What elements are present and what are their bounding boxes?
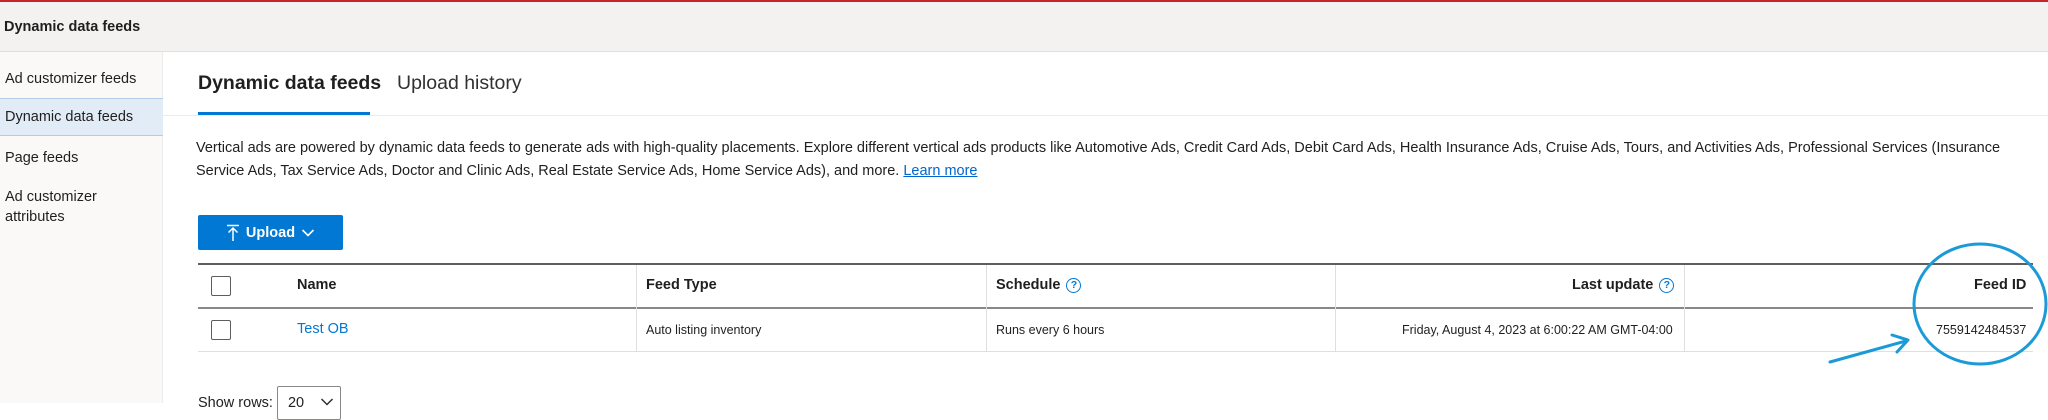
feed-type-cell: Auto listing inventory (646, 323, 762, 337)
chevron-down-icon (301, 228, 315, 238)
select-all-checkbox[interactable] (211, 276, 231, 296)
column-header-name[interactable]: Name (297, 277, 337, 293)
table-header-border (198, 307, 2033, 309)
sidebar-item-label: Page feeds (5, 150, 79, 166)
schedule-cell: Runs every 6 hours (996, 323, 1105, 337)
chevron-down-icon (320, 395, 334, 411)
column-divider (1684, 265, 1685, 351)
column-divider (1335, 265, 1336, 351)
rows-per-page-value: 20 (287, 395, 305, 411)
column-header-feed-type[interactable]: Feed Type (646, 277, 717, 293)
tab-upload-history[interactable]: Upload history (397, 72, 522, 95)
column-header-schedule[interactable]: Schedule ? (996, 277, 1082, 293)
description: Vertical ads are powered by dynamic data… (196, 137, 2011, 183)
rows-per-page-select[interactable]: 20 (276, 386, 341, 420)
feed-name-link[interactable]: Test OB (297, 321, 349, 337)
sidebar: Ad customizer feeds Dynamic data feeds P… (0, 52, 163, 403)
page-title: Dynamic data feeds (4, 19, 141, 35)
column-header-last-update[interactable]: Last update ? (1572, 277, 1675, 293)
upload-button-label: Upload (245, 224, 296, 241)
pagination: Show rows: 20 (198, 386, 341, 420)
annotation-overlay (1828, 242, 2048, 366)
tabs-divider (163, 115, 2048, 116)
row-checkbox[interactable] (211, 320, 231, 340)
last-update-cell: Friday, August 4, 2023 at 6:00:22 AM GMT… (1402, 323, 1673, 337)
tab-dynamic-data-feeds[interactable]: Dynamic data feeds (198, 72, 381, 95)
column-divider (636, 265, 637, 351)
sidebar-item-label: Ad customizer feeds (5, 71, 137, 87)
column-header-feed-id[interactable]: Feed ID (1974, 277, 2026, 293)
table-row-border (198, 351, 2033, 352)
help-icon[interactable]: ? (1659, 277, 1675, 293)
column-divider (986, 265, 987, 351)
learn-more-link[interactable]: Learn more (903, 163, 977, 179)
help-icon[interactable]: ? (1066, 277, 1082, 293)
sidebar-item-dynamic-data-feeds[interactable]: Dynamic data feeds (0, 98, 163, 136)
highlight-circle (1912, 242, 2048, 366)
arrow-icon (1828, 333, 1910, 364)
sidebar-item-ad-customizer-feeds[interactable]: Ad customizer feeds (0, 69, 163, 89)
sidebar-item-label: Ad customizer (5, 189, 97, 205)
description-text: Vertical ads are powered by dynamic data… (196, 140, 2001, 179)
sidebar-item-label: Dynamic data feeds (5, 109, 134, 125)
feed-id-cell: 7559142484537 (1936, 323, 2027, 337)
page-header: Dynamic data feeds (0, 2, 2048, 52)
upload-icon (226, 224, 240, 242)
sidebar-item-page-feeds[interactable]: Page feeds (0, 148, 163, 168)
upload-button[interactable]: Upload (198, 215, 343, 250)
show-rows-label: Show rows: (198, 395, 273, 411)
sidebar-item-label-line2: attributes (5, 209, 65, 225)
table-top-border (198, 263, 2033, 265)
sidebar-item-ad-customizer-attributes[interactable]: Ad customizer attributes (0, 187, 163, 227)
